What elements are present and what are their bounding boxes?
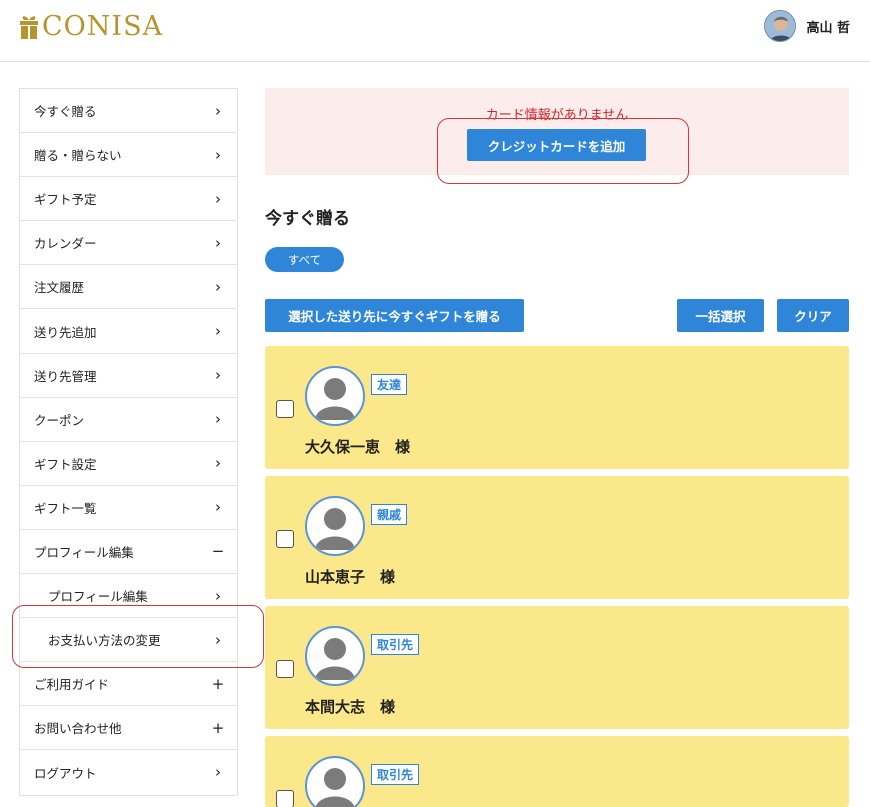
sidebar-item-label: プロフィール編集 — [34, 544, 134, 560]
sidebar-item-gift-list[interactable]: ギフト一覧 › — [20, 486, 237, 530]
expand-plus-icon: + — [211, 674, 225, 693]
sidebar-item-send-or-not[interactable]: 贈る・贈らない › — [20, 133, 237, 178]
filter-all-pill[interactable]: すべて — [265, 247, 344, 272]
sidebar-item-label: 注文履歴 — [34, 280, 85, 296]
sidebar-item-order-history[interactable]: 注文履歴 › — [20, 265, 237, 310]
person-placeholder-icon — [305, 756, 365, 807]
app-header: CONISA 高山 哲 — [0, 0, 870, 62]
sidebar-item-label: ギフト予定 — [34, 192, 97, 208]
recipient-checkbox[interactable] — [276, 790, 294, 807]
person-placeholder-icon — [305, 496, 365, 556]
alert-message: カード情報がありません — [485, 108, 629, 123]
sidebar-item-profile-group[interactable]: プロフィール編集 − — [20, 530, 237, 575]
user-avatar[interactable] — [764, 10, 797, 42]
user-name: 高山 哲 — [806, 20, 850, 36]
sidebar-item-label: カレンダー — [34, 236, 97, 252]
chevron-right-icon: › — [215, 630, 221, 649]
chevron-right-icon: › — [215, 322, 221, 341]
person-placeholder-icon — [305, 626, 365, 686]
recipient-name: 山本恵子 様 — [305, 568, 396, 586]
relationship-tag: 取引先 — [371, 634, 420, 655]
sidebar-item-label: お問い合わせ他 — [34, 721, 122, 737]
sidebar-item-label: 贈る・贈らない — [34, 148, 122, 164]
gift-logo-icon — [18, 14, 40, 40]
logo[interactable]: CONISA — [18, 10, 163, 44]
relationship-tag: 友達 — [371, 374, 408, 395]
chevron-right-icon: › — [215, 366, 221, 385]
sidebar-item-calendar[interactable]: カレンダー › — [20, 221, 237, 266]
recipient-card: 取引先 — [265, 736, 849, 807]
recipient-card: 取引先 本間大志 様 — [265, 606, 849, 729]
sidebar-menu: 今すぐ贈る › 贈る・贈らない › ギフト予定 › カレンダー › 注文履歴 › 送り先追… — [19, 88, 238, 796]
sidebar-item-logout[interactable]: ログアウト › — [20, 750, 237, 794]
sidebar-item-user-guide[interactable]: ご利用ガイド + — [20, 662, 237, 707]
chevron-right-icon: › — [215, 763, 221, 782]
user-menu[interactable]: 高山 哲 — [764, 10, 850, 42]
add-credit-card-button[interactable]: クレジットカードを追加 — [467, 129, 646, 161]
chevron-right-icon: › — [215, 101, 221, 120]
recipient-checkbox[interactable] — [276, 400, 294, 418]
sidebar-item-manage-recipients[interactable]: 送り先管理 › — [20, 354, 237, 398]
relationship-tag: 取引先 — [371, 764, 420, 785]
recipient-card: 友達 大久保一恵 様 — [265, 346, 849, 469]
select-all-button[interactable]: 一括選択 — [677, 299, 764, 332]
relationship-tag: 親戚 — [371, 504, 408, 525]
sidebar-item-label: プロフィール編集 — [48, 589, 148, 605]
sidebar-item-payment-method[interactable]: お支払い方法の変更 › — [20, 618, 237, 663]
recipient-name: 大久保一恵 様 — [305, 438, 411, 456]
logo-text: CONISA — [42, 11, 164, 42]
sidebar-item-gift-settings[interactable]: ギフト設定 › — [20, 442, 237, 486]
sidebar-item-label: クーポン — [34, 412, 85, 428]
chevron-right-icon: › — [215, 454, 221, 473]
expand-plus-icon: + — [211, 718, 225, 737]
chevron-right-icon: › — [215, 145, 221, 164]
recipient-name: 本間大志 様 — [305, 698, 396, 716]
sidebar-item-label: ギフト一覧 — [34, 500, 97, 516]
sidebar-item-label: ログアウト — [34, 765, 97, 781]
collapse-minus-icon: − — [211, 542, 225, 561]
chevron-right-icon: › — [215, 189, 221, 208]
sidebar-item-label: 送り先管理 — [34, 368, 97, 384]
send-gift-now-button[interactable]: 選択した送り先に今すぐギフトを贈る — [265, 299, 524, 332]
sidebar-item-label: 送り先追加 — [34, 324, 97, 340]
sidebar-item-contact[interactable]: お問い合わせ他 + — [20, 706, 237, 751]
sidebar-item-label: お支払い方法の変更 — [48, 633, 161, 649]
no-card-alert: カード情報がありません クレジットカードを追加 — [265, 88, 849, 175]
chevron-right-icon: › — [215, 233, 221, 252]
sidebar-item-add-recipient[interactable]: 送り先追加 › — [20, 309, 237, 354]
sidebar-item-label: ご利用ガイド — [34, 677, 110, 693]
sidebar-item-gift-schedule[interactable]: ギフト予定 › — [20, 177, 237, 222]
recipient-checkbox[interactable] — [276, 530, 294, 548]
sidebar-item-label: 今すぐ贈る — [34, 104, 97, 120]
chevron-right-icon: › — [215, 498, 221, 517]
page-title: 今すぐ贈る — [265, 209, 350, 229]
recipient-checkbox[interactable] — [276, 660, 294, 678]
sidebar-item-label: ギフト設定 — [34, 456, 97, 472]
chevron-right-icon: › — [215, 277, 221, 296]
chevron-right-icon: › — [215, 586, 221, 605]
sidebar-item-profile-edit[interactable]: プロフィール編集 › — [20, 574, 237, 619]
recipient-card: 親戚 山本恵子 様 — [265, 476, 849, 599]
sidebar-item-send-now[interactable]: 今すぐ贈る › — [20, 89, 237, 134]
sidebar-item-coupon[interactable]: クーポン › — [20, 398, 237, 442]
chevron-right-icon: › — [215, 410, 221, 429]
person-placeholder-icon — [305, 366, 365, 426]
clear-button[interactable]: クリア — [777, 299, 849, 332]
